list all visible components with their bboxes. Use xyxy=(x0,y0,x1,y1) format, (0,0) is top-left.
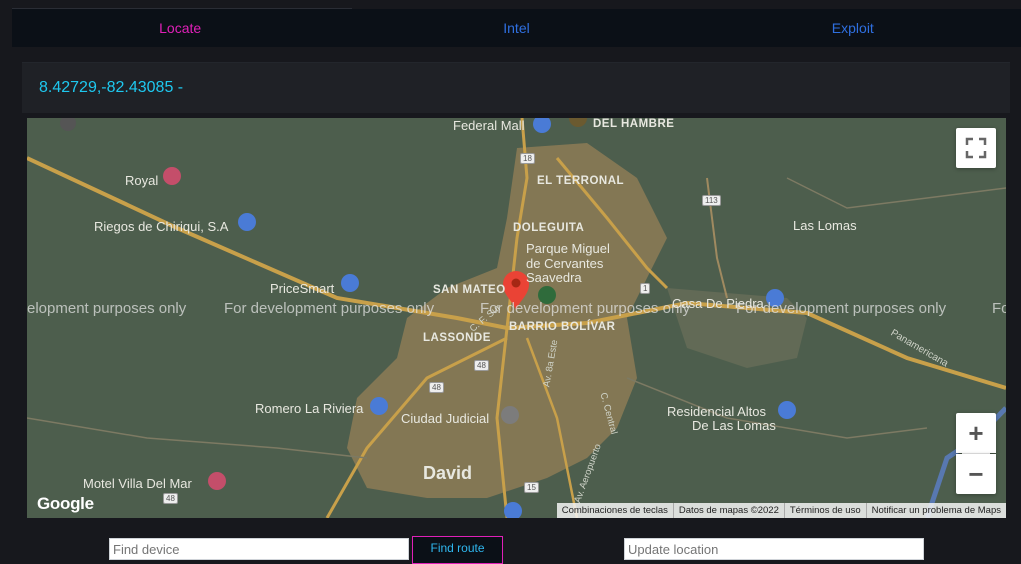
label-residencial-2: De Las Lomas xyxy=(692,418,776,433)
google-logo: Google xyxy=(37,494,94,513)
label-barrio-bolivar: BARRIO BOLÍVAR xyxy=(509,321,616,333)
road-shield-48c: 48 xyxy=(163,493,178,504)
label-ciudad-judicial: Ciudad Judicial xyxy=(401,411,490,426)
road-secondary-a xyxy=(27,417,368,459)
find-route-button[interactable]: Find route xyxy=(412,536,503,564)
road-shield-15: 15 xyxy=(524,482,539,493)
label-parque-2: de Cervantes xyxy=(526,256,604,271)
label-motel: Motel Villa Del Mar xyxy=(83,476,192,491)
label-pricesmart: PriceSmart xyxy=(270,281,335,296)
label-parque-3: Saavedra xyxy=(526,270,582,285)
label-royal: Royal xyxy=(125,173,159,188)
dev-watermark-5: Fo xyxy=(992,300,1006,317)
fullscreen-icon xyxy=(965,137,987,159)
fullscreen-button[interactable] xyxy=(956,128,996,168)
map-data-text: Datos de mapas ©2022 xyxy=(672,503,784,518)
tab-locate[interactable]: Locate xyxy=(12,9,348,47)
label-el-terronal: EL TERRONAL xyxy=(537,175,625,187)
dev-watermark-4: For development purposes only xyxy=(736,300,947,317)
label-federal-mall: Federal Mall xyxy=(453,118,525,133)
label-romero: Romero La Riviera xyxy=(255,401,364,416)
zoom-in-button[interactable]: + xyxy=(956,413,996,453)
road-shield-48b: 48 xyxy=(429,382,444,393)
nw-pin xyxy=(60,118,76,131)
label-las-lomas: Las Lomas xyxy=(793,218,857,233)
label-del-hambre: DEL HAMBRE xyxy=(593,118,675,130)
map-view[interactable]: Federal Mall DEL HAMBRE Royal EL TERRONA… xyxy=(27,118,1006,518)
label-residencial: Residencial Altos xyxy=(667,404,766,419)
royal-pin xyxy=(163,167,181,185)
tab-intel[interactable]: Intel xyxy=(348,9,684,47)
dev-watermark-3: For development purposes only xyxy=(480,300,691,317)
label-riegos: Riegos de Chiriqui, S.A xyxy=(94,219,229,234)
judicial-pin xyxy=(501,406,519,424)
motel-pin xyxy=(208,472,226,490)
label-lassonde: LASSONDE xyxy=(423,332,491,344)
road-shield-48a: 48 xyxy=(474,360,489,371)
label-david: David xyxy=(423,463,473,483)
tab-exploit[interactable]: Exploit xyxy=(685,9,1021,47)
update-location-input[interactable] xyxy=(624,538,924,560)
residencial-pin xyxy=(778,401,796,419)
label-san-mateo: SAN MATEO xyxy=(433,284,506,296)
road-shield-113: 113 xyxy=(702,195,721,206)
map-graphics xyxy=(27,118,1006,518)
map-attribution: Combinaciones de teclas Datos de mapas ©… xyxy=(556,503,1006,518)
keyboard-shortcuts-link[interactable]: Combinaciones de teclas xyxy=(557,503,673,518)
coordinates-text: 8.42729,-82.43085 - xyxy=(39,79,184,96)
label-doleguita: DOLEGUITA xyxy=(513,222,585,234)
label-parque: Parque Miguel xyxy=(526,241,610,256)
zoom-out-button[interactable]: − xyxy=(956,454,996,494)
riegos-pin xyxy=(238,213,256,231)
road-shield-18: 18 xyxy=(520,153,535,164)
terms-link[interactable]: Términos de uso xyxy=(783,503,866,518)
del-hambre-pin xyxy=(569,118,587,127)
report-problem-link[interactable]: Notificar un problema de Maps xyxy=(865,503,1006,518)
road-secondary-c xyxy=(786,177,1006,209)
romero-pin xyxy=(370,397,388,415)
federal-mall-pin xyxy=(533,118,551,133)
tab-bar: Locate Intel Exploit xyxy=(12,9,1021,47)
coordinates-panel: 8.42729,-82.43085 - xyxy=(22,62,1010,113)
pricesmart-pin xyxy=(341,274,359,292)
road-shield-1: 1 xyxy=(640,283,651,294)
dev-watermark-1: elopment purposes only xyxy=(27,300,187,317)
dev-watermark-2: For development purposes only xyxy=(224,300,435,317)
find-device-input[interactable] xyxy=(109,538,409,560)
